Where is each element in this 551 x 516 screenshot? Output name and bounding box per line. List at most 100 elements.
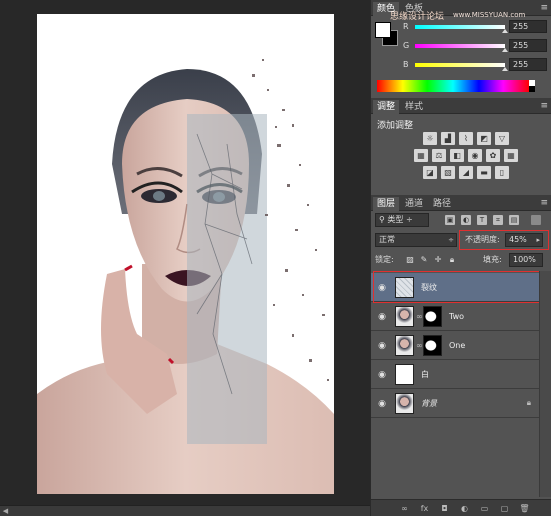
canvas-area[interactable] [0,0,370,505]
color-spectrum-ramp[interactable] [377,80,535,92]
color-lookup-icon[interactable]: ▦ [504,149,518,162]
eye-icon[interactable]: ◉ [376,312,388,322]
tab-channels[interactable]: 通道 [401,197,427,211]
document-canvas[interactable] [37,14,334,494]
hue-saturation-icon[interactable]: ▦ [414,149,428,162]
layer-row[interactable]: ◉ 白 [371,360,539,389]
photoshop-window: ◀ 颜色 色板 ≡ R 255 G 255 B 255 调整 样式 ≡ 添加调整 ☼ ▟ ⌇ ◩… [0,0,551,516]
black-white-icon[interactable]: ◧ [450,149,464,162]
adjustment-icon-grid: ☼ ▟ ⌇ ◩ ▽ ▦ ⚖ ◧ ◉ ✿ ▦ ◪ ▧ ◢ ▬ ▯ [396,132,536,183]
chevron-down-icon: ÷ [448,236,454,244]
black-white-ramp[interactable] [529,80,535,92]
fill-field[interactable]: 100% [509,253,543,267]
channel-slider[interactable] [415,25,505,29]
new-group-icon[interactable]: ▭ [479,503,490,514]
channel-value-field[interactable]: 255 [509,39,547,52]
fill-label: 填充: [483,255,502,264]
panel-menu-icon[interactable]: ≡ [540,2,548,14]
portrait-artwork [37,59,334,494]
layer-mask-thumbnail[interactable] [423,306,442,327]
add-mask-icon[interactable]: ◘ [439,503,450,514]
slider-thumb-icon[interactable] [502,29,508,33]
link-layers-icon[interactable]: ∞ [399,503,410,514]
layer-thumbnail[interactable] [395,335,414,356]
channel-slider[interactable] [415,44,505,48]
filter-kind-label: 类型 [387,215,404,224]
tab-adjustments[interactable]: 调整 [373,100,400,114]
tab-paths[interactable]: 路径 [429,197,455,211]
watermark-text: 思缘设计论坛 [390,12,445,22]
lock-fill-row: 锁定: ▨ ✎ ✛ 🔒︎ 填充: 100% [375,253,549,267]
new-adjustment-icon[interactable]: ◐ [459,503,470,514]
mask-link-icon[interactable]: ∞ [416,312,423,322]
exposure-icon[interactable]: ◩ [477,132,491,145]
add-adjustment-title: 添加调整 [377,121,414,131]
filter-adjustment-icon[interactable]: ◐ [461,215,471,225]
lock-all-icon[interactable]: 🔒︎ [447,255,457,265]
panel-menu-icon[interactable]: ≡ [540,100,548,112]
photo-filter-icon[interactable]: ◉ [468,149,482,162]
tab-layers[interactable]: 图层 [373,197,400,211]
channel-label: G [403,41,410,50]
layer-row[interactable]: ◉ 背景 🔒︎ [371,389,539,418]
layer-thumbnail[interactable] [395,364,414,385]
channel-value-field[interactable]: 255 [509,58,547,71]
tab-styles[interactable]: 样式 [401,100,427,114]
color-channel-g: G 255 [401,39,551,53]
vibrance-icon[interactable]: ▽ [495,132,509,145]
filter-shape-icon[interactable]: ⌗ [493,215,503,225]
horizontal-scrollbar[interactable]: ◀ [0,505,370,516]
filter-toggle-icon[interactable] [531,215,541,225]
invert-icon[interactable]: ◪ [423,166,437,179]
layer-row[interactable]: ◉ ∞ One [371,331,539,360]
panel-menu-icon[interactable]: ≡ [540,197,548,209]
lock-position-icon[interactable]: ✛ [433,255,443,265]
color-balance-icon[interactable]: ⚖ [432,149,446,162]
blend-mode-select[interactable]: 正常 ÷ [375,233,457,247]
filter-pixel-icon[interactable]: ▣ [445,215,455,225]
right-panel-dock: 颜色 色板 ≡ R 255 G 255 B 255 调整 样式 ≡ 添加调整 ☼ ▟ ⌇ ◩ ▽ ▦… [370,0,551,516]
layer-name[interactable]: One [449,331,465,360]
layers-vertical-scrollbar[interactable] [539,271,551,497]
new-layer-icon[interactable]: ▢ [499,503,510,514]
layer-thumbnail[interactable] [395,306,414,327]
layer-name[interactable]: 背景 [421,389,437,418]
selected-layer-highlight-box [373,271,551,303]
filter-kind-select[interactable]: ⚲ 类型 ÷ [375,213,429,227]
layers-footer-toolbar: ∞ fx ◘ ◐ ▭ ▢ 🗑︎ [371,499,551,516]
posterize-icon[interactable]: ▧ [441,166,455,179]
slider-thumb-icon[interactable] [502,67,508,71]
slider-thumb-icon[interactable] [502,48,508,52]
curves-icon[interactable]: ⌇ [459,132,473,145]
levels-icon[interactable]: ▟ [441,132,455,145]
channel-mixer-icon[interactable]: ✿ [486,149,500,162]
gradient-map-icon[interactable]: ▬ [477,166,491,179]
layer-thumbnail[interactable] [395,393,414,414]
adjustment-icon-row: ◪ ▧ ◢ ▬ ▯ [396,166,536,179]
channel-value-field[interactable]: 255 [509,20,547,33]
fill-value: 100% [513,255,536,264]
foreground-color-swatch[interactable] [375,22,391,38]
channel-slider[interactable] [415,63,505,67]
eye-icon[interactable]: ◉ [376,370,388,380]
adjustments-panel-tabbar: 调整 样式 ≡ [371,98,551,114]
layers-panel: 图层 通道 路径 ≡ ⚲ 类型 ÷ ▣ ◐ T ⌗ ▤ 正常 ÷ 不透明度: 45… [371,195,551,516]
lock-image-icon[interactable]: ✎ [419,255,429,265]
eye-icon[interactable]: ◉ [376,399,388,409]
fx-icon[interactable]: fx [419,503,430,514]
filter-type-icon[interactable]: T [477,215,487,225]
layer-mask-thumbnail[interactable] [423,335,442,356]
brightness-icon[interactable]: ☼ [423,132,437,145]
filter-smart-object-icon[interactable]: ▤ [509,215,519,225]
mask-link-icon[interactable]: ∞ [416,341,423,351]
delete-layer-icon[interactable]: 🗑︎ [519,503,530,514]
layer-row[interactable]: ◉ ∞ Two [371,302,539,331]
layer-name[interactable]: 白 [421,360,429,389]
scroll-left-icon[interactable]: ◀ [1,507,10,515]
layer-name[interactable]: Two [449,302,464,331]
threshold-icon[interactable]: ◢ [459,166,473,179]
eye-icon[interactable]: ◉ [376,341,388,351]
selective-color-icon[interactable]: ▯ [495,166,509,179]
lock-transparent-icon[interactable]: ▨ [405,255,415,265]
channel-label: R [403,22,409,31]
